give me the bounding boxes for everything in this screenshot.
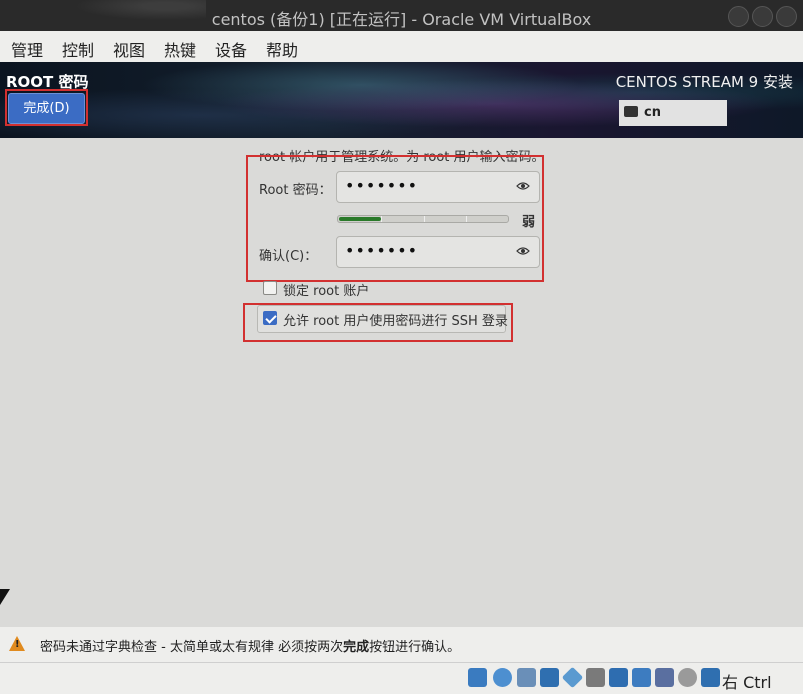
- minimize-button[interactable]: [728, 6, 749, 27]
- installer-header: ROOT 密码 完成(D) CENTOS STREAM 9 安装 cn: [0, 62, 803, 138]
- highlight-password-fields: [246, 155, 544, 282]
- keyboard-layout-label: cn: [644, 105, 661, 120]
- menu-hotkeys[interactable]: 热键: [164, 37, 196, 61]
- highlight-done: [5, 89, 88, 126]
- root-password-form: root 帐户用于管理系统。为 root 用户输入密码。 Root 密码： ••…: [0, 138, 803, 627]
- host-key-label: 右 Ctrl: [722, 673, 772, 692]
- cpu-icon[interactable]: [655, 668, 674, 687]
- vbox-menubar: 管理 控制 视图 热键 设备 帮助: [0, 31, 803, 63]
- usb-icon[interactable]: [561, 666, 584, 689]
- highlight-ssh-option: [243, 303, 513, 342]
- network-icon[interactable]: [540, 668, 559, 687]
- audio-icon[interactable]: [517, 668, 536, 687]
- install-title: CENTOS STREAM 9 安装: [615, 73, 793, 91]
- maximize-button[interactable]: [752, 6, 773, 27]
- close-button[interactable]: [776, 6, 797, 27]
- display-icon[interactable]: [609, 668, 628, 687]
- video-capture-icon[interactable]: [632, 668, 651, 687]
- mouse-pointer: [0, 589, 10, 605]
- warning-icon: !: [9, 636, 25, 651]
- mouse-integration-icon[interactable]: [678, 668, 697, 687]
- menu-view[interactable]: 视图: [113, 37, 145, 61]
- menu-manage[interactable]: 管理: [11, 37, 43, 61]
- keyboard-icon: [624, 106, 638, 117]
- window-title: centos (备份1) [正在运行] - Oracle VM VirtualB…: [211, 10, 592, 29]
- keyboard-layout-indicator[interactable]: cn: [619, 100, 727, 126]
- lock-root-label[interactable]: 锁定 root 账户: [283, 280, 369, 299]
- menu-help[interactable]: 帮助: [266, 37, 298, 61]
- optical-drive-icon[interactable]: [493, 668, 512, 687]
- keyboard-capture-icon[interactable]: [701, 668, 720, 687]
- warning-message: 密码未通过字典检查 - 太简单或太有规律 必须按两次完成按钮进行确认。: [40, 640, 461, 655]
- menu-control[interactable]: 控制: [62, 37, 94, 61]
- window-titlebar: centos (备份1) [正在运行] - Oracle VM VirtualB…: [0, 0, 803, 31]
- vbox-statusbar: 右 Ctrl: [0, 662, 803, 694]
- menu-devices[interactable]: 设备: [215, 37, 247, 61]
- shared-folders-icon[interactable]: [586, 668, 605, 687]
- hard-disk-icon[interactable]: [468, 668, 487, 687]
- warning-bar: ! 密码未通过字典检查 - 太简单或太有规律 必须按两次完成按钮进行确认。: [0, 627, 803, 662]
- lock-root-checkbox[interactable]: [263, 281, 277, 295]
